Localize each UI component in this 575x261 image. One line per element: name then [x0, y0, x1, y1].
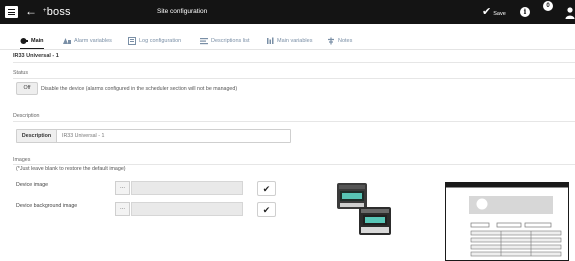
status-description: Disable the device (alarms configured in…: [41, 86, 238, 92]
brand-name: boss: [46, 6, 71, 18]
save-label: Save: [493, 10, 506, 17]
tabs-divider: [0, 49, 575, 50]
tab-bar: Main Alarm variables Log configuration D…: [0, 33, 575, 50]
status-toggle[interactable]: Off: [16, 82, 38, 95]
divider: [13, 164, 575, 165]
images-heading: Images: [13, 157, 31, 163]
description-input[interactable]: IR33 Universal - 1: [62, 130, 104, 142]
device-image-label: Device image: [16, 182, 49, 188]
device-background-browse-button[interactable]: ...: [115, 202, 130, 216]
background-image-preview: [445, 182, 569, 261]
tab-log-configuration[interactable]: Log configuration: [128, 33, 181, 48]
device-image-browse-button[interactable]: ...: [115, 181, 130, 195]
tab-descriptions-list[interactable]: Descriptions list: [200, 33, 250, 48]
device-name: IR33 Universal - 1: [13, 53, 59, 59]
tab-main-label: Main: [31, 37, 44, 44]
main-icon: [20, 37, 28, 44]
status-heading: Status: [13, 70, 29, 76]
notes-icon: [328, 37, 334, 44]
images-hint: (*Just leave blank to restore the defaul…: [16, 166, 126, 172]
description-field[interactable]: Description IR33 Universal - 1: [16, 129, 291, 143]
save-button[interactable]: ✔ Save: [482, 6, 506, 18]
divider: [13, 62, 575, 63]
back-arrow-icon[interactable]: ←: [25, 4, 37, 18]
device-image-preview: [337, 183, 391, 235]
notification-badge[interactable]: 0: [543, 1, 553, 11]
description-heading: Description: [13, 113, 40, 119]
device-image-confirm-button[interactable]: ✔: [257, 181, 276, 196]
variables-icon: [267, 37, 274, 44]
tab-main[interactable]: Main: [20, 33, 44, 49]
top-bar: ← +boss Site configuration ✔ Save i 0: [0, 0, 575, 24]
log-icon: [128, 36, 136, 45]
device-image-input[interactable]: [131, 181, 243, 195]
tab-alarm-variables[interactable]: Alarm variables: [62, 33, 112, 48]
check-icon: ✔: [482, 5, 492, 18]
device-background-input[interactable]: [131, 202, 243, 216]
device-background-confirm-button[interactable]: ✔: [257, 202, 276, 217]
description-field-label: Description: [17, 130, 57, 142]
tab-notes-label: Notes: [338, 37, 353, 44]
alarm-variables-icon: [63, 37, 71, 44]
tab-main-variables[interactable]: Main variables: [266, 33, 312, 48]
brand-prefix: +: [43, 8, 47, 14]
divider: [13, 78, 575, 79]
user-icon[interactable]: [565, 7, 575, 19]
info-icon[interactable]: i: [520, 7, 530, 17]
divider: [13, 121, 575, 122]
list-icon: [200, 37, 208, 44]
tab-log-configuration-label: Log configuration: [139, 37, 182, 44]
tab-alarm-variables-label: Alarm variables: [74, 37, 112, 44]
brand-logo: +boss: [43, 6, 71, 18]
tab-notes[interactable]: Notes: [327, 33, 352, 48]
device-background-label: Device background image: [16, 203, 78, 209]
page-title: Site configuration: [157, 8, 208, 15]
tab-main-variables-label: Main variables: [277, 37, 313, 44]
menu-icon[interactable]: [5, 6, 18, 18]
tab-descriptions-list-label: Descriptions list: [211, 37, 250, 44]
